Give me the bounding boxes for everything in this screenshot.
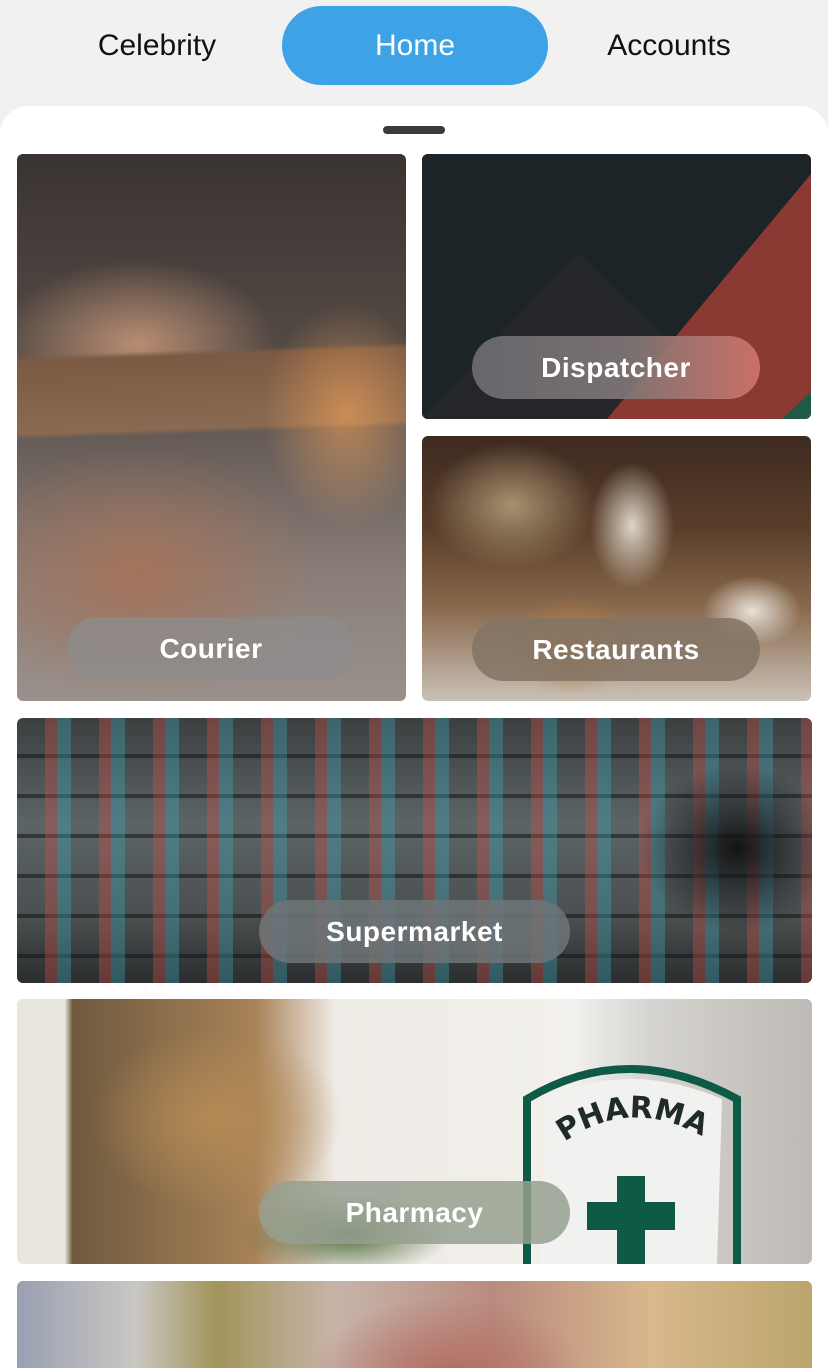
pharmacy-button[interactable]: Pharmacy xyxy=(259,1181,570,1244)
tab-accounts[interactable]: Accounts xyxy=(574,6,764,85)
tab-home-label: Home xyxy=(374,28,456,62)
category-tile-supermarket[interactable]: Supermarket xyxy=(17,718,812,983)
pharmacy-label: Pharmacy xyxy=(345,1196,484,1228)
courier-label: Courier xyxy=(159,632,263,664)
dispatcher-label: Dispatcher xyxy=(541,351,691,383)
categories-sheet: Courier Dispatcher Restaurants Supermark… xyxy=(0,106,828,1368)
restaurants-label: Restaurants xyxy=(532,633,700,665)
category-tile-courier[interactable]: Courier xyxy=(17,154,406,701)
courier-button[interactable]: Courier xyxy=(67,617,355,680)
restaurants-button[interactable]: Restaurants xyxy=(472,618,760,681)
tab-accounts-label: Accounts xyxy=(607,28,731,62)
top-tab-bar: Celebrity Home Accounts xyxy=(0,0,828,106)
supermarket-label: Supermarket xyxy=(326,915,503,947)
category-tile-partial[interactable] xyxy=(17,1281,812,1368)
category-tile-dispatcher[interactable]: Dispatcher xyxy=(422,154,811,419)
tab-celebrity[interactable]: Celebrity xyxy=(62,6,252,85)
category-tile-pharmacy[interactable]: PHARMACY Pharmacy xyxy=(17,999,812,1264)
drag-handle[interactable] xyxy=(383,126,445,134)
tab-celebrity-label: Celebrity xyxy=(97,28,217,62)
tab-home[interactable]: Home xyxy=(282,6,548,85)
category-tile-restaurants[interactable]: Restaurants xyxy=(422,436,811,701)
supermarket-button[interactable]: Supermarket xyxy=(259,900,570,963)
dispatcher-button[interactable]: Dispatcher xyxy=(472,336,760,399)
